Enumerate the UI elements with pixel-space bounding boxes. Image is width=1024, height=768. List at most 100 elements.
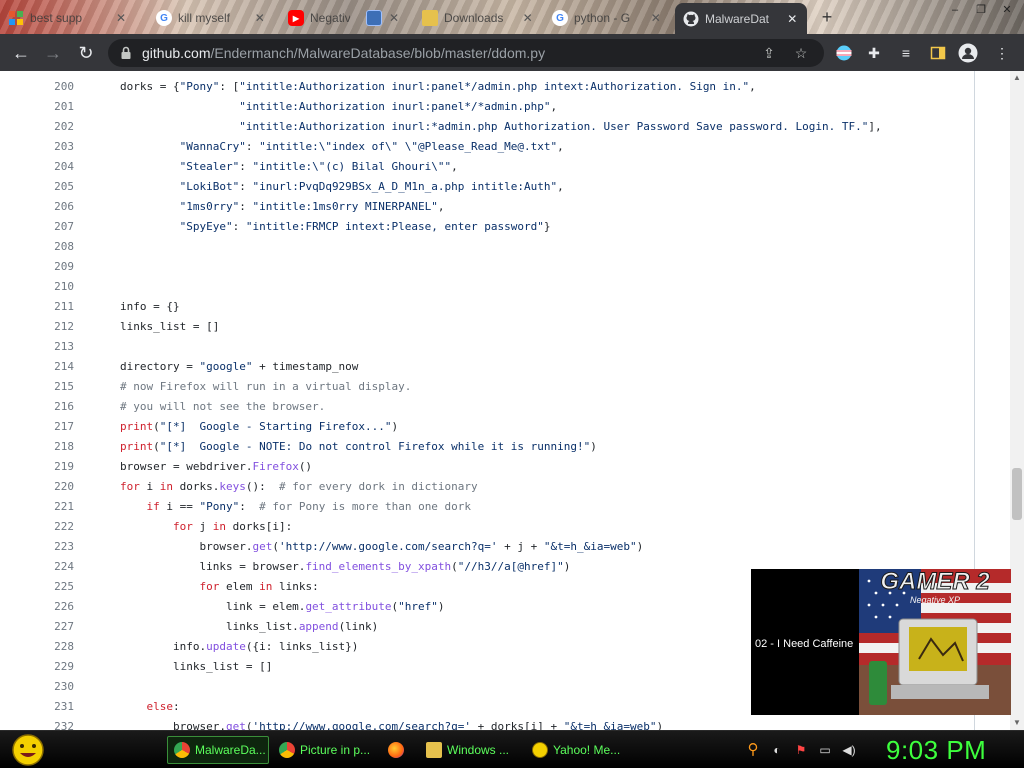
close-icon[interactable]: ✕ bbox=[650, 11, 662, 25]
firefox-icon bbox=[388, 742, 404, 758]
line-number[interactable]: 225 bbox=[30, 577, 74, 597]
tab-downloads[interactable]: Downloads ✕ bbox=[414, 4, 542, 32]
taskbar-item-firefox[interactable] bbox=[382, 736, 412, 764]
tab-strip: best supp ✕ G kill myself ✕ ▶ Negative ✕… bbox=[0, 0, 1024, 34]
line-number[interactable]: 212 bbox=[30, 317, 74, 337]
line-number[interactable]: 224 bbox=[30, 557, 74, 577]
album-cover-art: GAMER 2 Negative XP bbox=[859, 569, 1011, 715]
line-number[interactable]: 215 bbox=[30, 377, 74, 397]
code-text: links = browser.find_elements_by_xpath("… bbox=[120, 560, 571, 573]
forward-arrow-icon[interactable]: → bbox=[40, 40, 66, 66]
line-number[interactable]: 231 bbox=[30, 697, 74, 717]
page-scrollbar[interactable]: ▲ ▼ bbox=[1010, 71, 1024, 730]
extensions-puzzle-icon[interactable]: ✚ bbox=[864, 43, 884, 63]
line-number[interactable]: 221 bbox=[30, 497, 74, 517]
close-icon[interactable]: ✕ bbox=[114, 11, 128, 25]
line-number[interactable]: 204 bbox=[30, 157, 74, 177]
line-number[interactable]: 206 bbox=[30, 197, 74, 217]
line-number[interactable]: 219 bbox=[30, 457, 74, 477]
screen: best supp ✕ G kill myself ✕ ▶ Negative ✕… bbox=[0, 0, 1024, 768]
line-number[interactable]: 203 bbox=[30, 137, 74, 157]
tab-title: Negative bbox=[310, 11, 350, 25]
line-number[interactable]: 202 bbox=[30, 117, 74, 137]
line-number[interactable]: 218 bbox=[30, 437, 74, 457]
back-arrow-icon[interactable]: ← bbox=[8, 40, 34, 66]
tab-window[interactable]: ✕ bbox=[358, 4, 408, 32]
media-controls-icon[interactable]: ≡ bbox=[896, 43, 916, 63]
profile-avatar-icon[interactable] bbox=[958, 43, 978, 63]
network-status-icon[interactable]: ◐ bbox=[768, 741, 786, 759]
code-text: link = elem.get_attribute("href") bbox=[120, 600, 445, 613]
line-number[interactable]: 227 bbox=[30, 617, 74, 637]
line-number[interactable]: 201 bbox=[30, 97, 74, 117]
address-bar[interactable]: github.com/Endermanch/MalwareDatabase/bl… bbox=[108, 39, 824, 67]
line-number[interactable]: 223 bbox=[30, 537, 74, 557]
menu-kebab-icon[interactable]: ⋮ bbox=[992, 43, 1012, 63]
volume-icon[interactable]: ◀) bbox=[840, 741, 858, 759]
line-number[interactable]: 230 bbox=[30, 677, 74, 697]
window-controls: – ❐ ✕ bbox=[944, 2, 1018, 18]
line-number[interactable]: 214 bbox=[30, 357, 74, 377]
line-number[interactable]: 213 bbox=[30, 337, 74, 357]
tab-google-search[interactable]: G kill myself ✕ bbox=[148, 4, 274, 32]
line-number[interactable]: 200 bbox=[30, 77, 74, 97]
line-number[interactable]: 210 bbox=[30, 277, 74, 297]
code-text: directory = "google" + timestamp_now bbox=[120, 360, 359, 373]
line-number[interactable]: 226 bbox=[30, 597, 74, 617]
search-icon[interactable]: ⚲ bbox=[744, 741, 762, 759]
code-text: # you will not see the browser. bbox=[120, 400, 326, 413]
line-number[interactable]: 222 bbox=[30, 517, 74, 537]
reload-icon[interactable]: ↻ bbox=[73, 40, 99, 66]
line-number[interactable]: 232 bbox=[30, 717, 74, 730]
taskbar-item-label: Yahoo! Me... bbox=[553, 743, 621, 757]
line-number[interactable]: 205 bbox=[30, 177, 74, 197]
tab-malware-database[interactable]: MalwareDat ✕ bbox=[675, 3, 807, 34]
code-text: links_list = [] bbox=[120, 320, 220, 333]
url-text: github.com/Endermanch/MalwareDatabase/bl… bbox=[142, 45, 545, 61]
share-icon[interactable]: ⇪ bbox=[760, 44, 778, 62]
close-window-button[interactable]: ✕ bbox=[996, 2, 1018, 18]
taskbar-item-malwaredatabase[interactable]: MalwareDa... bbox=[167, 736, 269, 764]
taskbar-item-windows-explorer[interactable]: Windows ... bbox=[420, 736, 520, 764]
restore-button[interactable]: ❐ bbox=[970, 2, 992, 18]
album-cover: GAMER 2 Negative XP bbox=[859, 569, 1011, 715]
monitor-icon[interactable]: ▭ bbox=[816, 741, 834, 759]
close-icon[interactable]: ✕ bbox=[388, 11, 400, 25]
taskbar: MalwareDa... Picture in p... Windows ...… bbox=[0, 730, 1024, 768]
code-text: browser.get('http://www.google.com/searc… bbox=[120, 720, 664, 730]
scroll-up-arrow-icon[interactable]: ▲ bbox=[1010, 71, 1024, 85]
github-icon bbox=[683, 11, 699, 27]
line-number[interactable]: 217 bbox=[30, 417, 74, 437]
line-number[interactable]: 208 bbox=[30, 237, 74, 257]
taskbar-item-picture-in-picture[interactable]: Picture in p... bbox=[273, 736, 375, 764]
code-line: 203 "WannaCry": "intitle:\"index of\" \"… bbox=[0, 137, 975, 157]
tab-youtube[interactable]: ▶ Negative bbox=[280, 4, 358, 32]
start-button[interactable] bbox=[9, 733, 47, 767]
album-title-text: GAMER 2 bbox=[880, 569, 990, 595]
minimize-button[interactable]: – bbox=[944, 2, 966, 18]
close-icon[interactable]: ✕ bbox=[254, 11, 266, 25]
scroll-down-arrow-icon[interactable]: ▼ bbox=[1010, 716, 1024, 730]
tab-title: Downloads bbox=[444, 11, 504, 25]
line-number[interactable]: 209 bbox=[30, 257, 74, 277]
line-number[interactable]: 216 bbox=[30, 397, 74, 417]
tab-best-supp[interactable]: best supp ✕ bbox=[0, 4, 148, 32]
bookmark-star-icon[interactable]: ☆ bbox=[792, 44, 810, 62]
new-tab-button[interactable]: + bbox=[817, 7, 837, 27]
code-line: 216 # you will not see the browser. bbox=[0, 397, 975, 417]
extension-flag-icon[interactable] bbox=[834, 43, 854, 63]
line-number[interactable]: 220 bbox=[30, 477, 74, 497]
taskbar-item-yahoo-messenger[interactable]: Yahoo! Me... bbox=[526, 736, 626, 764]
line-number[interactable]: 228 bbox=[30, 637, 74, 657]
side-panel-icon[interactable] bbox=[928, 43, 948, 63]
close-icon[interactable]: ✕ bbox=[521, 11, 534, 25]
close-icon[interactable]: ✕ bbox=[786, 12, 799, 26]
line-number[interactable]: 229 bbox=[30, 657, 74, 677]
picture-in-picture-window[interactable]: 02 - I Need Caffeine GAMER 2 Negative XP bbox=[751, 569, 1011, 715]
scrollbar-thumb[interactable] bbox=[1012, 468, 1022, 520]
tab-python-google[interactable]: G python - G ✕ bbox=[544, 4, 670, 32]
line-number[interactable]: 211 bbox=[30, 297, 74, 317]
line-number[interactable]: 207 bbox=[30, 217, 74, 237]
security-alert-icon[interactable]: ⚑ bbox=[792, 741, 810, 759]
code-line: 209 bbox=[0, 257, 975, 277]
